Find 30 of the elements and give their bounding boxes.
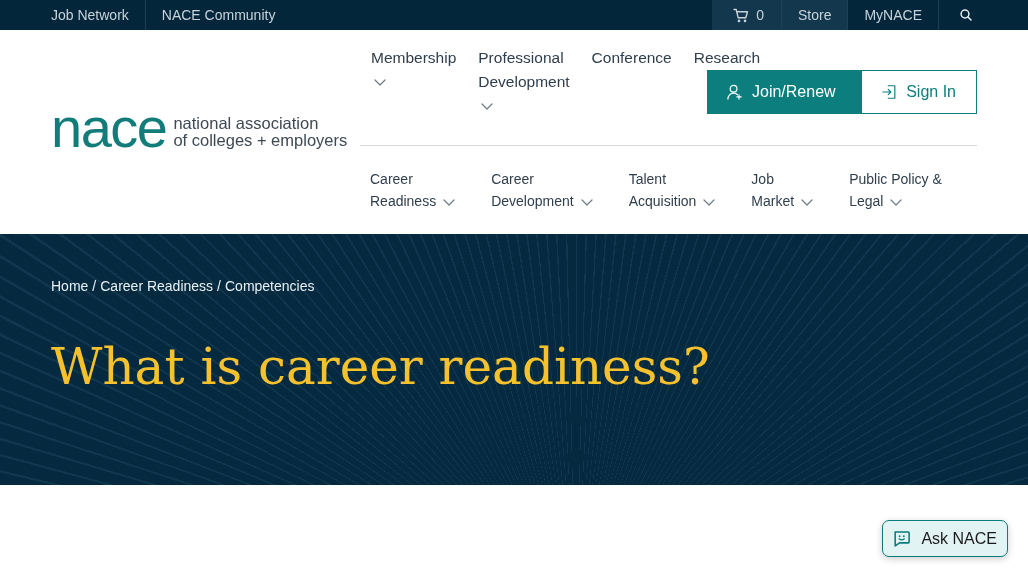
logo-wordmark[interactable]: nace	[51, 106, 167, 149]
top-bar-link[interactable]: Job Network	[51, 0, 145, 30]
user-add-icon	[727, 84, 742, 100]
main-nav-link[interactable]: Membership	[360, 46, 468, 94]
main-nav-link[interactable]: Professional Development	[467, 46, 581, 118]
breadcrumb-separator: /	[217, 278, 221, 294]
cart-icon	[733, 7, 750, 23]
topic-nav-link[interactable]: Job Market	[751, 168, 814, 212]
breadcrumb-link[interactable]: Competencies	[225, 278, 315, 294]
top-bar-link[interactable]: Store	[780, 0, 848, 30]
top-bar-link[interactable]: MyNACE	[847, 0, 938, 30]
breadcrumb-link[interactable]: Career Readiness	[100, 278, 214, 294]
chat-icon	[893, 529, 911, 548]
chat-button[interactable]: Ask NACE	[882, 520, 1008, 557]
main-nav-link[interactable]: Research	[682, 46, 772, 70]
join-button[interactable]: Join/Renew	[707, 70, 861, 114]
topic-nav-link[interactable]: Talent Acquisition	[628, 168, 716, 212]
sign-in-icon	[882, 84, 897, 100]
breadcrumb-link[interactable]: Home	[51, 278, 89, 294]
topic-nav-link[interactable]: Career Development	[491, 168, 593, 212]
sign-in-button[interactable]: Sign In	[861, 70, 977, 114]
search-icon	[960, 9, 972, 21]
cart-button[interactable]: 0	[712, 0, 781, 30]
top-bar-link[interactable]: NACE Community	[144, 0, 292, 30]
main-nav-link[interactable]: Conference	[580, 46, 683, 70]
topic-nav-link[interactable]: Career Readiness	[370, 168, 456, 212]
page-title: What is career readiness?	[51, 337, 710, 397]
breadcrumb-separator: /	[92, 278, 97, 294]
logo-tagline: national association of colleges + employers	[173, 115, 348, 149]
topic-nav-link[interactable]: Public Policy & Legal	[849, 168, 942, 212]
